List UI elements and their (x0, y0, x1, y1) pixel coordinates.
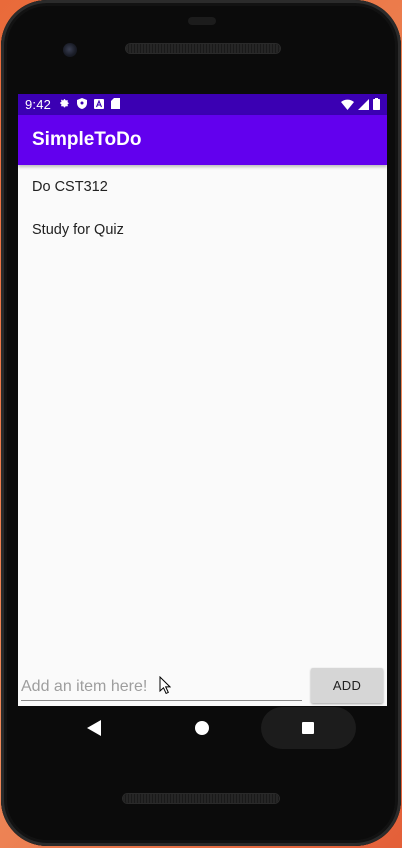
list-item[interactable]: Do CST312 (18, 165, 387, 208)
add-item-row: ADD (18, 666, 387, 706)
app-bar: SimpleToDo (18, 115, 387, 165)
notification-icons (59, 98, 120, 109)
earpiece-speaker (126, 44, 280, 53)
status-time: 9:42 (25, 97, 52, 112)
back-icon[interactable] (87, 720, 101, 740)
shield-icon (77, 98, 87, 109)
add-button[interactable]: ADD (311, 668, 383, 703)
home-icon[interactable] (195, 721, 209, 735)
mouse-cursor-icon (159, 675, 172, 698)
front-camera (63, 43, 77, 57)
todo-list: Do CST312 Study for Quiz (18, 165, 387, 251)
app-title: SimpleToDo (32, 129, 142, 150)
font-icon (94, 98, 104, 109)
phone-frame: 9:42 SimpleToDo Do CST312 Study for Quiz… (1, 0, 401, 846)
list-item[interactable]: Study for Quiz (18, 208, 387, 251)
bottom-speaker (123, 794, 279, 803)
battery-icon (373, 98, 380, 110)
system-icons (341, 98, 380, 110)
status-bar: 9:42 (18, 94, 387, 115)
gear-icon (59, 98, 70, 109)
sd-card-icon (111, 98, 120, 109)
device-screen: 9:42 SimpleToDo Do CST312 Study for Quiz… (18, 94, 387, 706)
wifi-icon (341, 99, 354, 110)
cell-signal-icon (358, 98, 369, 110)
recents-icon[interactable] (302, 722, 314, 734)
sensor-notch (188, 17, 216, 25)
